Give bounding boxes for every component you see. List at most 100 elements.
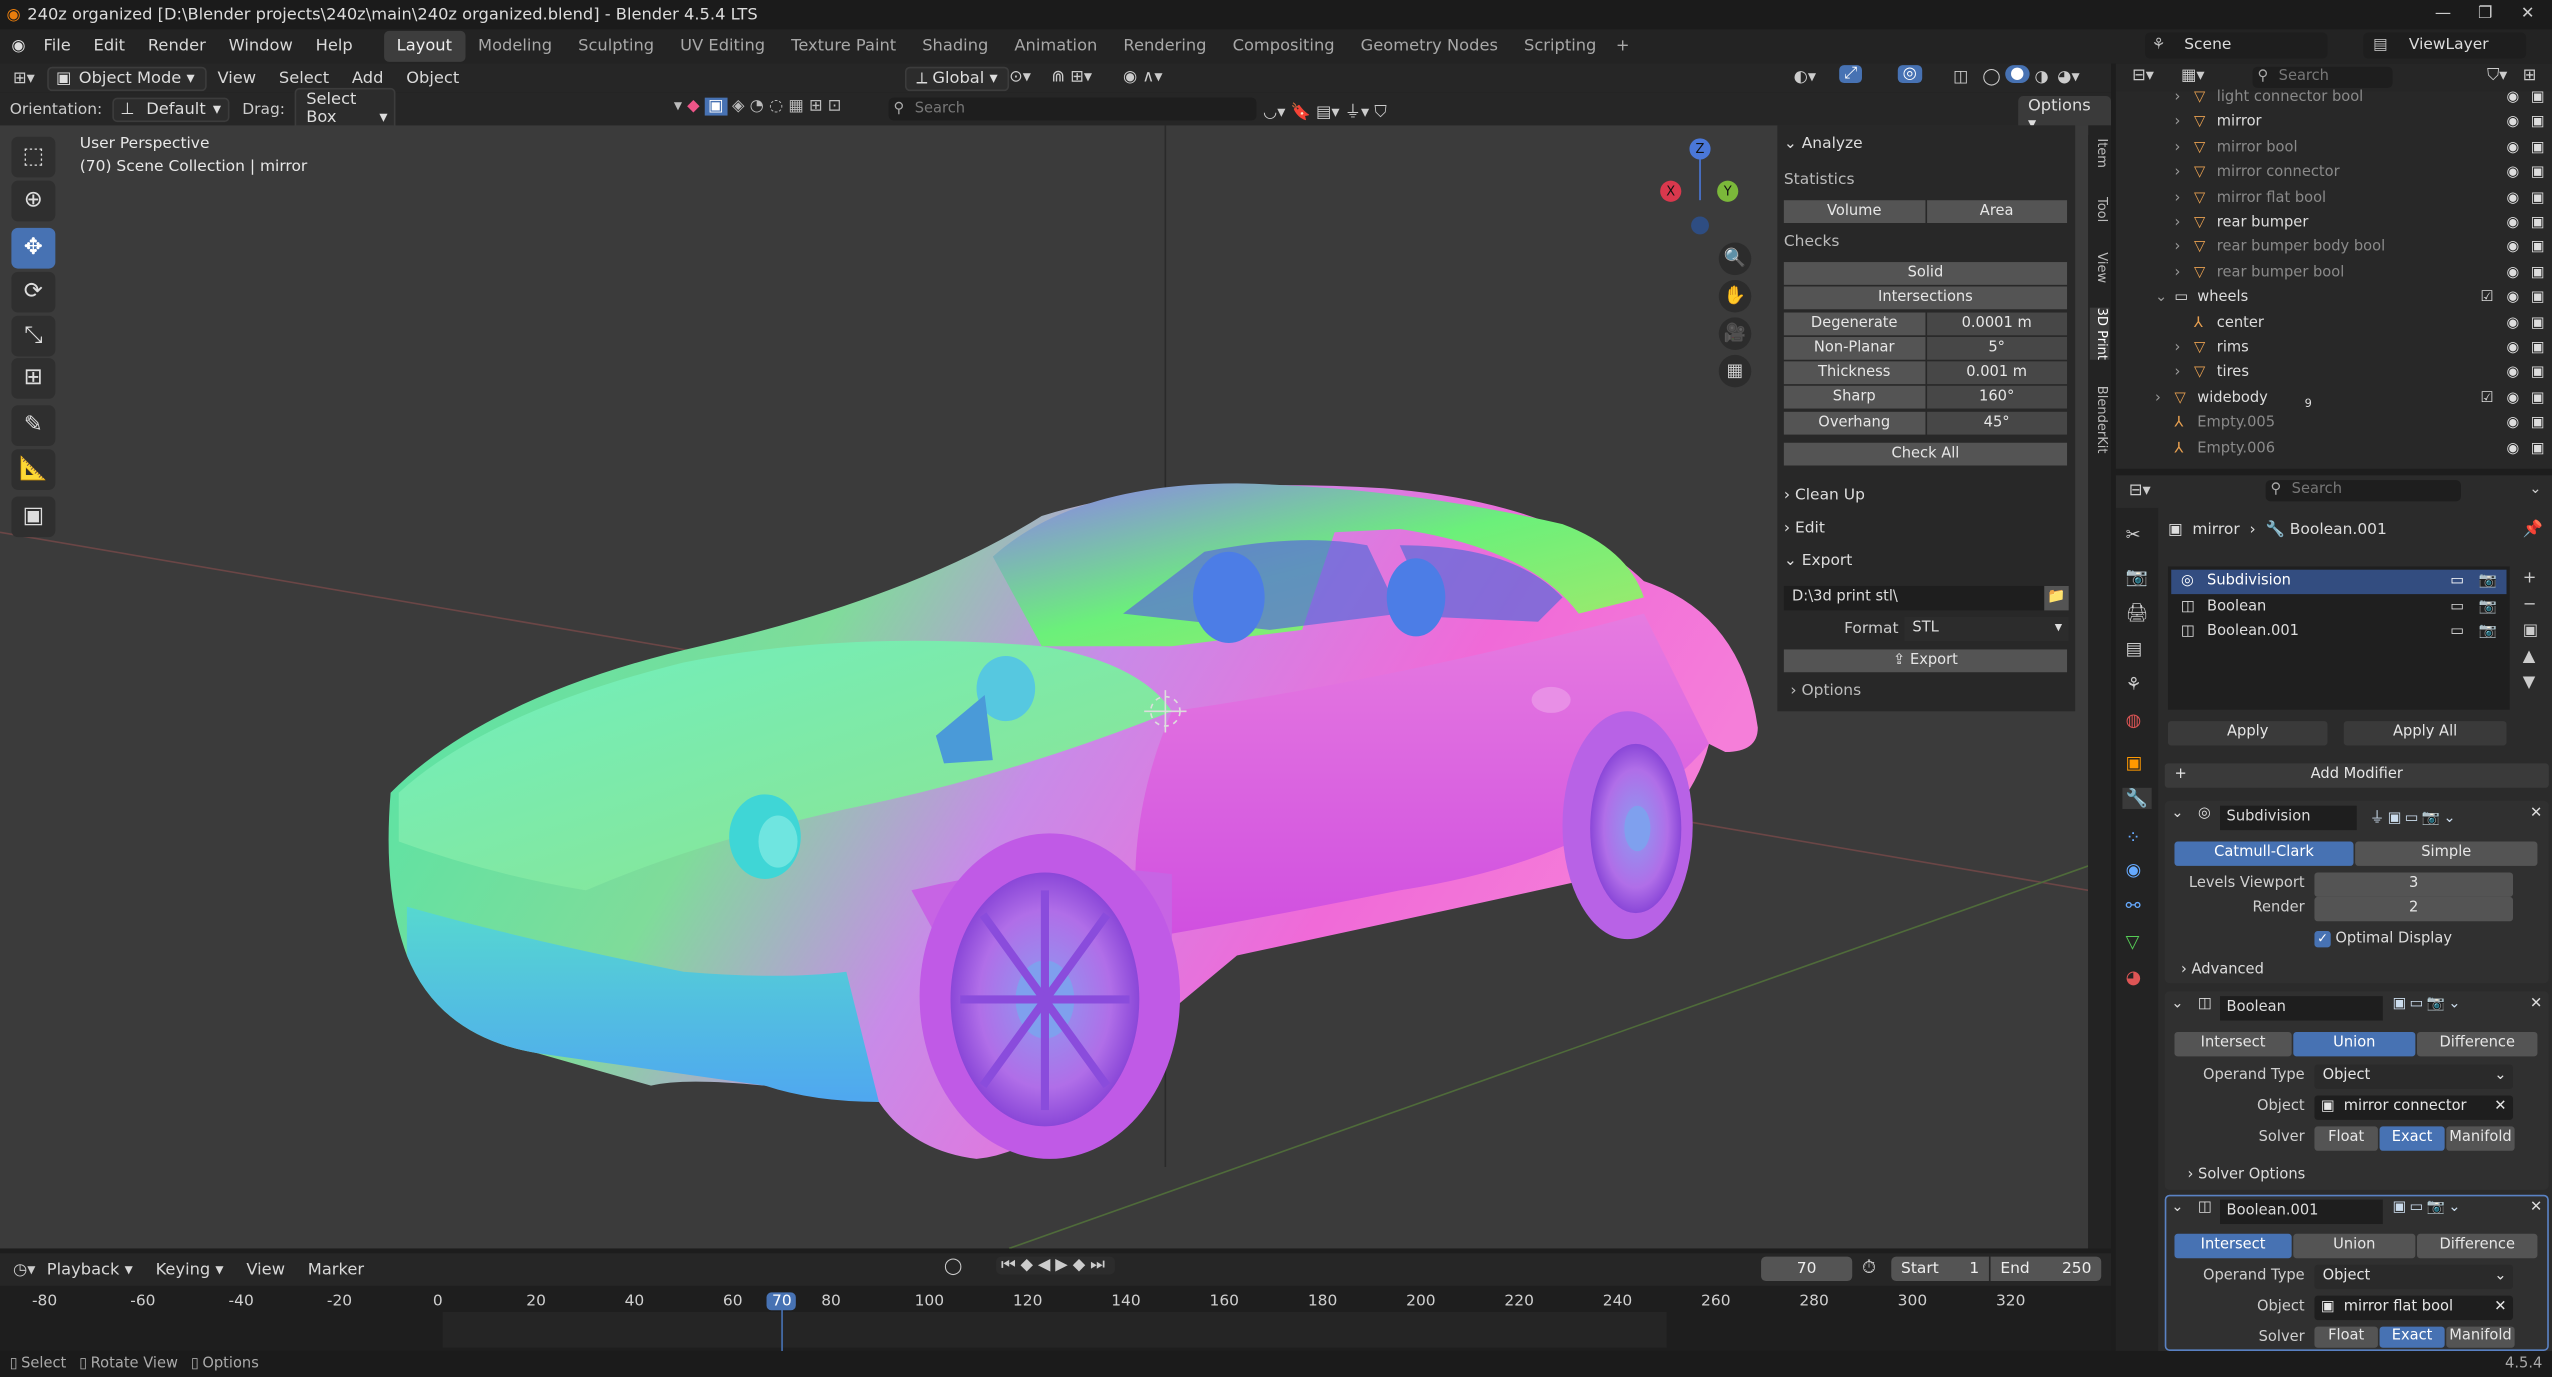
modifier-tab-icon[interactable]: 🔧 [2122,787,2152,809]
transform-tool[interactable]: ⊞ [11,358,56,399]
visibility-eye-icon[interactable]: ◉ [2507,136,2520,160]
union-button[interactable]: Union [2293,1233,2416,1259]
modifier-toggle-icons[interactable]: ⏚▣▭📷⌄ [2370,806,2459,827]
tab-uv-editing[interactable]: UV Editing [667,31,778,62]
menu-window[interactable]: Window [217,29,304,63]
render-camera-icon[interactable]: ▣ [2531,187,2545,211]
overhang-value[interactable]: 45° [1926,411,2068,435]
gizmo-z-axis[interactable]: Z [1689,138,1711,160]
export-header[interactable]: ⌄ Export [1784,552,1853,570]
visibility-eye-icon[interactable]: ◉ [2507,437,2520,461]
navigation-gizmo[interactable]: Z X Y [1657,138,1739,236]
shading-material-icon[interactable]: ◑ [2035,68,2049,86]
blender-menu-icon[interactable]: ◉ [11,37,25,55]
visibility-eye-icon[interactable]: ◉ [2507,212,2520,236]
pivot-icon[interactable]: ⊙▾ [1009,68,1031,86]
tab-3d-print[interactable]: 3D Print [2089,307,2110,361]
outliner-row[interactable]: › ▽ mirror connector ◉ ▣ [2116,161,2552,185]
render-levels-field[interactable]: 2 [2314,896,2514,922]
catmull-clark-button[interactable]: Catmull-Clark [2174,841,2354,866]
gizmo-toggle-icon[interactable]: ⤢ [1839,65,1862,84]
outliner-search-input[interactable]: ⚲ Search [2252,66,2393,88]
intersect-button[interactable]: Intersect [2174,1031,2292,1057]
render-camera-icon[interactable]: ▣ [2531,412,2545,436]
current-frame-field[interactable]: 70 [1761,1256,1853,1281]
tab-modeling[interactable]: Modeling [465,31,565,62]
thickness-button[interactable]: Thickness [1783,361,1925,385]
filter-icons[interactable]: ◡▾ 🔖 ▤▾ ⏚▾ ⛉ [1263,98,1387,122]
operand-type-dropdown[interactable]: Object ⌄ [2314,1264,2514,1290]
intersect-button[interactable]: Intersect [2174,1233,2292,1259]
expand-arrow-icon[interactable]: › [2174,237,2180,261]
modifier-toggle-icons[interactable]: ▣▭📷⌄ [2393,1200,2464,1216]
render-camera-icon[interactable]: ▣ [2531,161,2545,185]
outliner-row[interactable]: ⌄ ▭ wheels ◉ ▣ ☑ [2116,287,2552,311]
outliner-row[interactable]: ⅄ Empty.005 ◉ ▣ [2116,412,2552,436]
sharp-button[interactable]: Sharp [1783,385,1925,409]
orientation-dropdown[interactable]: ⊥ Default ▾ [112,96,230,122]
editor-type-icon[interactable]: ⊞▾ [13,69,35,87]
pin-icon[interactable]: 📌 [2523,521,2543,539]
expand-arrow-icon[interactable]: › [2155,387,2161,411]
monitor-icon[interactable]: ▭ [2450,620,2464,644]
constraints-tab-icon[interactable]: ⚯ [2126,895,2141,916]
subdivision-name-field[interactable]: Subdivision [2220,805,2357,831]
shading-rendered-icon[interactable]: ◕▾ [2057,68,2079,86]
outliner-row[interactable]: › ▽ widebody ◉ ▣ 9 ☑ [2116,387,2552,411]
monitor-icon[interactable]: ▭ [2450,596,2464,620]
filter-icon[interactable]: ⛉▾ [2487,67,2507,85]
non-planar-value[interactable]: 5° [1926,336,2068,360]
record-icon[interactable]: ◯ [944,1258,962,1276]
expand-arrow-icon[interactable]: › [2174,86,2180,110]
render-camera-icon[interactable]: ▣ [2531,237,2545,261]
visibility-eye-icon[interactable]: ◉ [2507,187,2520,211]
chevron-down-icon[interactable]: ⌄ [2171,996,2183,1012]
render-camera-icon[interactable]: ▣ [2531,212,2545,236]
outliner-row[interactable]: ⅄ center ◉ ▣ [2116,312,2552,336]
properties-search-input[interactable]: ⚲ Search [2265,480,2461,502]
world-tab-icon[interactable]: ◍ [2126,710,2142,731]
timeline-menu-view[interactable]: View [235,1253,296,1287]
render-camera-icon[interactable]: ▣ [2531,111,2545,135]
output-tab-icon[interactable]: 🖨 [2126,602,2149,623]
particles-tab-icon[interactable]: ⁘ [2126,827,2141,848]
drag-dropdown[interactable]: Select Box ▾ [294,87,396,131]
visibility-eye-icon[interactable]: ◉ [2507,312,2520,336]
tab-animation[interactable]: Animation [1001,31,1110,62]
clear-icon[interactable]: ✕ [2494,1095,2506,1119]
tab-layout[interactable]: Layout [383,30,466,62]
folder-icon[interactable]: 📁 [2044,585,2069,611]
properties-editor-icon[interactable]: ⊟▾ [2129,482,2151,500]
solid-button[interactable]: Solid [1783,262,2068,285]
clean-up-header[interactable]: › Clean Up [1784,487,1865,505]
proportional-edit-icon[interactable]: ◉ ∧▾ [1123,68,1162,86]
difference-button[interactable]: Difference [2416,1031,2538,1057]
tab-rendering[interactable]: Rendering [1110,31,1219,62]
apply-button[interactable]: Apply [2167,721,2328,746]
visibility-eye-icon[interactable]: ◉ [2507,237,2520,261]
ortho-toggle-icon[interactable]: ▦ [1718,354,1752,388]
options-header[interactable]: › Options [1790,682,1861,700]
outliner-row[interactable]: › ▽ rear bumper ◉ ▣ [2116,212,2552,236]
modifier-toggle-icons[interactable]: ▣▭📷⌄ [2393,996,2464,1012]
render-camera-icon[interactable]: ▣ [2531,262,2545,286]
expand-arrow-icon[interactable]: › [2174,212,2180,236]
advanced-subpanel[interactable]: › Advanced [2181,962,2264,978]
subdivision-header[interactable]: ⌄ ◎ Subdivision ⏚▣▭📷⌄ ✕ [2171,805,2545,831]
visibility-icon[interactable]: ◐▾ [1794,68,1816,86]
select-box-tool[interactable]: ⬚ [11,136,56,178]
visibility-eye-icon[interactable]: ◉ [2507,111,2520,135]
solver-manifold-button[interactable]: Manifold [2446,1126,2515,1151]
collection-checkbox[interactable]: ☑ [2480,287,2493,311]
physics-tab-icon[interactable]: ◉ [2126,859,2142,880]
expand-arrow-icon[interactable]: › [2174,111,2180,135]
pan-hand-icon[interactable]: ✋ [1718,279,1752,313]
render-camera-icon[interactable]: ▣ [2531,387,2545,411]
solver-float-button[interactable]: Float [2314,1326,2378,1348]
close-icon[interactable]: ✕ [2507,0,2549,29]
boolean001-header[interactable]: ⌄ ◫ Boolean.001 ▣▭📷⌄ ✕ [2171,1199,2545,1225]
timeline-body[interactable]: -80 -60 -40 -20 0 20 40 60 70 80 100 120 140 160 180 20… [0,1285,2111,1351]
optimal-display-checkbox[interactable]: ✓ Optimal Display [2314,931,2452,948]
scale-tool[interactable]: ⤡ [11,315,56,357]
outliner-row[interactable]: ⅄ Empty.006 ◉ ▣ [2116,437,2552,461]
